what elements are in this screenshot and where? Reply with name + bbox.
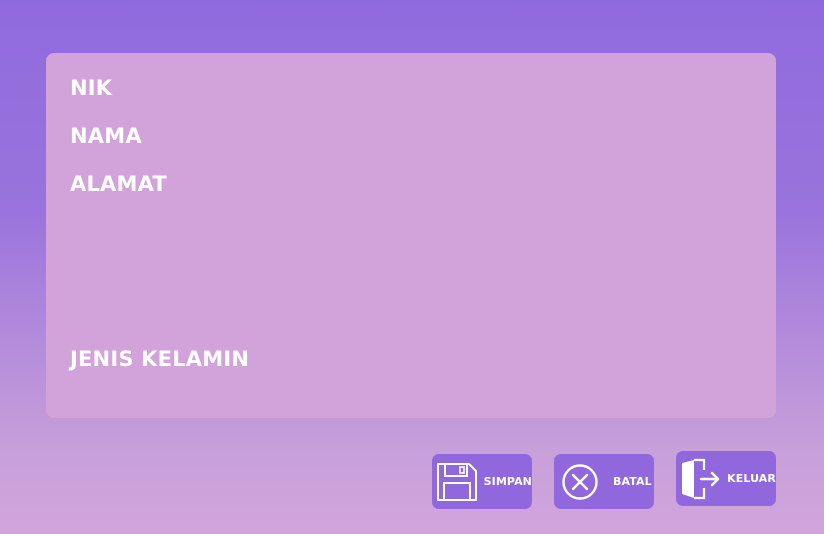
batal-label: BATAL [613, 475, 652, 488]
jenis-kelamin-label: JENIS KELAMIN [70, 347, 250, 371]
nik-label: NIK [70, 76, 113, 100]
exit-door-icon [677, 457, 722, 501]
cancel-circle-icon [557, 462, 603, 502]
nama-label: NAMA [70, 124, 142, 148]
batal-button[interactable]: BATAL [554, 454, 654, 509]
simpan-label: SIMPAN [483, 475, 532, 488]
keluar-button[interactable]: KELUAR [676, 451, 776, 506]
alamat-label: ALAMAT [70, 172, 167, 196]
floppy-disk-icon [434, 461, 480, 503]
form-panel: NIK NAMA ALAMAT JENIS KELAMIN [46, 53, 776, 418]
simpan-button[interactable]: SIMPAN [432, 454, 532, 509]
keluar-label: KELUAR [727, 472, 776, 485]
